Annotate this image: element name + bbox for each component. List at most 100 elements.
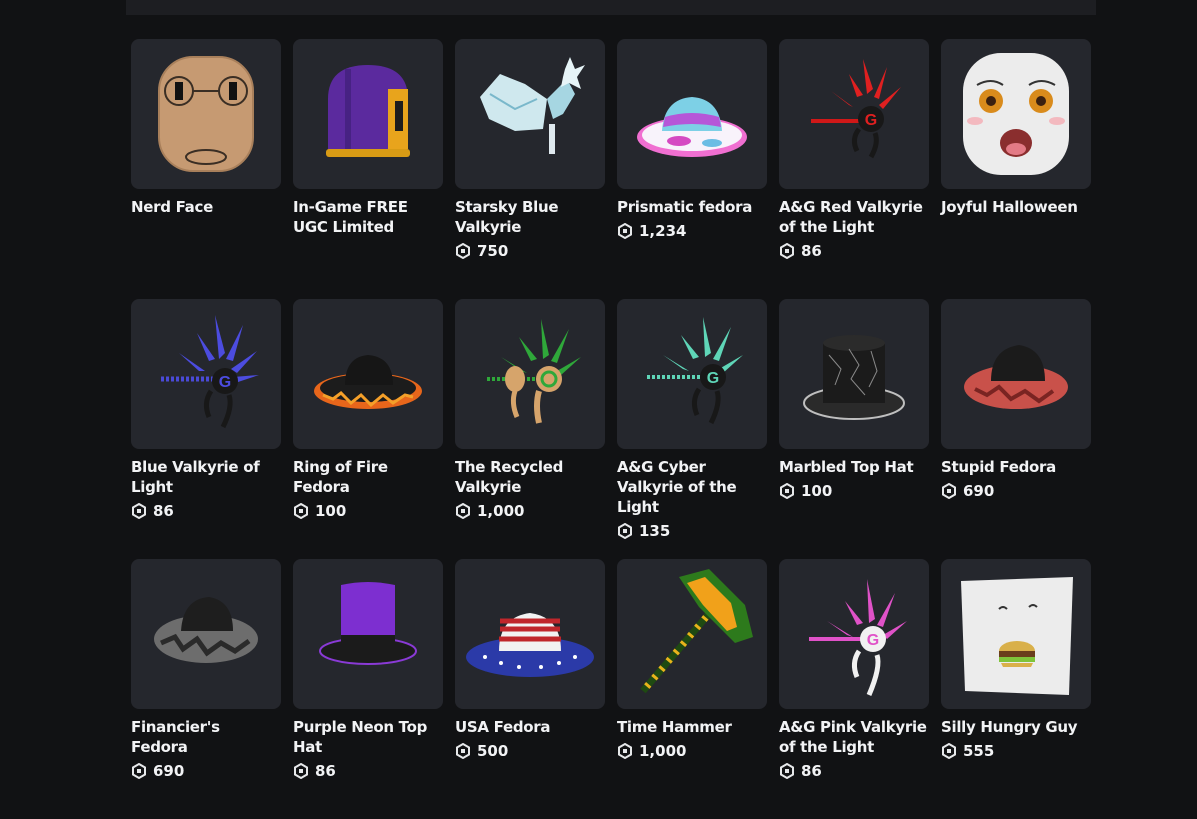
ring-of-fire-fedora-image xyxy=(314,355,422,409)
item-name[interactable]: Stupid Fedora xyxy=(941,457,1091,477)
robux-icon xyxy=(617,523,633,539)
item-thumbnail[interactable]: G xyxy=(779,39,929,189)
svg-text:G: G xyxy=(707,370,719,387)
item-name[interactable]: Silly Hungry Guy xyxy=(941,717,1091,737)
item-price-value: 555 xyxy=(963,742,995,760)
item-card-purple-neon-top-hat[interactable]: Purple Neon Top Hat 86 xyxy=(293,559,443,819)
item-thumbnail[interactable] xyxy=(617,559,767,709)
item-name[interactable]: USA Fedora xyxy=(455,717,605,737)
item-thumbnail[interactable] xyxy=(455,559,605,709)
item-price-value: 100 xyxy=(801,482,833,500)
item-price-value: 135 xyxy=(639,522,671,540)
item-name[interactable]: Purple Neon Top Hat xyxy=(293,717,443,757)
item-thumbnail[interactable] xyxy=(455,299,605,449)
item-thumbnail[interactable] xyxy=(941,559,1091,709)
robux-icon xyxy=(779,763,795,779)
joyful-face-image xyxy=(963,53,1069,175)
item-thumbnail[interactable]: G xyxy=(131,299,281,449)
item-price-value: 690 xyxy=(153,762,185,780)
item-card-usa-fedora[interactable]: USA Fedora 500 xyxy=(455,559,605,819)
item-price-value: 86 xyxy=(153,502,174,520)
item-price: 750 xyxy=(455,241,605,261)
robux-icon xyxy=(941,483,957,499)
item-thumbnail[interactable] xyxy=(941,299,1091,449)
item-card-cyber-valkyrie[interactable]: G A&G Cyber Valkyrie of the Light 135 xyxy=(617,299,767,559)
item-price: 86 xyxy=(779,761,929,781)
item-name[interactable]: Financier's Fedora xyxy=(131,717,281,757)
item-card-nerd-face[interactable]: Nerd Face xyxy=(131,39,281,299)
stupid-fedora-image xyxy=(964,345,1068,409)
blue-valkyrie-image: G xyxy=(161,315,259,429)
item-thumbnail[interactable] xyxy=(941,39,1091,189)
robux-icon xyxy=(455,503,471,519)
item-thumbnail[interactable] xyxy=(779,299,929,449)
nerd-face-image xyxy=(158,56,254,172)
item-card-blue-valkyrie[interactable]: G Blue Valkyrie of Light 86 xyxy=(131,299,281,559)
svg-text:G: G xyxy=(219,374,231,391)
item-price-value: 1,234 xyxy=(639,222,687,240)
item-price-value: 86 xyxy=(801,242,822,260)
item-card-free-ugc[interactable]: In-Game FREE UGC Limited xyxy=(293,39,443,299)
svg-text:G: G xyxy=(867,632,879,649)
marbled-top-hat-image xyxy=(803,335,905,420)
top-bar xyxy=(126,0,1096,15)
item-thumbnail[interactable] xyxy=(293,559,443,709)
item-price-value: 86 xyxy=(315,762,336,780)
item-name[interactable]: Ring of Fire Fedora xyxy=(293,457,443,497)
item-card-recycled-valkyrie[interactable]: The Recycled Valkyrie 1,000 xyxy=(455,299,605,559)
item-price: 690 xyxy=(131,761,281,781)
item-card-pink-valkyrie[interactable]: G A&G Pink Valkyrie of the Light 86 xyxy=(779,559,929,819)
item-name[interactable]: Nerd Face xyxy=(131,197,281,217)
blue-valkyrie-wings-image xyxy=(480,57,585,154)
item-name[interactable]: Prismatic fedora xyxy=(617,197,767,217)
item-price: 500 xyxy=(455,741,605,761)
item-card-prismatic-fedora[interactable]: Prismatic fedora 1,234 xyxy=(617,39,767,299)
item-thumbnail[interactable]: G xyxy=(617,299,767,449)
item-card-time-hammer[interactable]: Time Hammer 1,000 xyxy=(617,559,767,819)
item-name[interactable]: Blue Valkyrie of Light xyxy=(131,457,281,497)
item-card-silly-hungry-guy[interactable]: Silly Hungry Guy 555 xyxy=(941,559,1091,819)
financiers-fedora-image xyxy=(154,597,258,663)
cyber-valkyrie-image: G xyxy=(647,317,743,425)
item-name[interactable]: Starsky Blue Valkyrie xyxy=(455,197,605,237)
robux-icon xyxy=(617,743,633,759)
item-name[interactable]: A&G Cyber Valkyrie of the Light xyxy=(617,457,767,517)
robux-icon xyxy=(779,243,795,259)
item-thumbnail[interactable] xyxy=(617,39,767,189)
item-thumbnail[interactable] xyxy=(293,39,443,189)
robux-icon xyxy=(941,743,957,759)
item-name[interactable]: A&G Pink Valkyrie of the Light xyxy=(779,717,929,757)
item-price: 100 xyxy=(779,481,929,501)
item-name[interactable]: Marbled Top Hat xyxy=(779,457,929,477)
item-card-marbled-top-hat[interactable]: Marbled Top Hat 100 xyxy=(779,299,929,559)
item-price-value: 1,000 xyxy=(639,742,687,760)
item-price: 555 xyxy=(941,741,1091,761)
item-card-stupid-fedora[interactable]: Stupid Fedora 690 xyxy=(941,299,1091,559)
item-price: 690 xyxy=(941,481,1091,501)
item-name[interactable]: Time Hammer xyxy=(617,717,767,737)
silly-hungry-guy-image xyxy=(961,577,1073,695)
item-name[interactable]: Joyful Halloween xyxy=(941,197,1091,217)
item-card-joyful-halloween[interactable]: Joyful Halloween xyxy=(941,39,1091,299)
item-card-red-valkyrie[interactable]: G A&G Red Valkyrie of the Light 86 xyxy=(779,39,929,299)
item-price-value: 1,000 xyxy=(477,502,525,520)
item-name[interactable]: A&G Red Valkyrie of the Light xyxy=(779,197,929,237)
item-name[interactable]: The Recycled Valkyrie xyxy=(455,457,605,497)
robux-icon xyxy=(455,743,471,759)
item-thumbnail[interactable] xyxy=(455,39,605,189)
time-hammer-image xyxy=(640,569,753,694)
item-price-value: 500 xyxy=(477,742,509,760)
item-name[interactable]: In-Game FREE UGC Limited xyxy=(293,197,443,237)
item-thumbnail[interactable] xyxy=(131,559,281,709)
item-thumbnail[interactable] xyxy=(131,39,281,189)
item-price: 100 xyxy=(293,501,443,521)
item-thumbnail[interactable]: G xyxy=(779,559,929,709)
item-thumbnail[interactable] xyxy=(293,299,443,449)
item-card-financiers-fedora[interactable]: Financier's Fedora 690 xyxy=(131,559,281,819)
red-valkyrie-image: G xyxy=(811,59,901,159)
purple-helmet-image xyxy=(326,65,410,157)
item-card-ring-of-fire-fedora[interactable]: Ring of Fire Fedora 100 xyxy=(293,299,443,559)
item-price: 86 xyxy=(779,241,929,261)
pink-valkyrie-image: G xyxy=(809,579,907,696)
item-card-starsky-blue-valkyrie[interactable]: Starsky Blue Valkyrie 750 xyxy=(455,39,605,299)
